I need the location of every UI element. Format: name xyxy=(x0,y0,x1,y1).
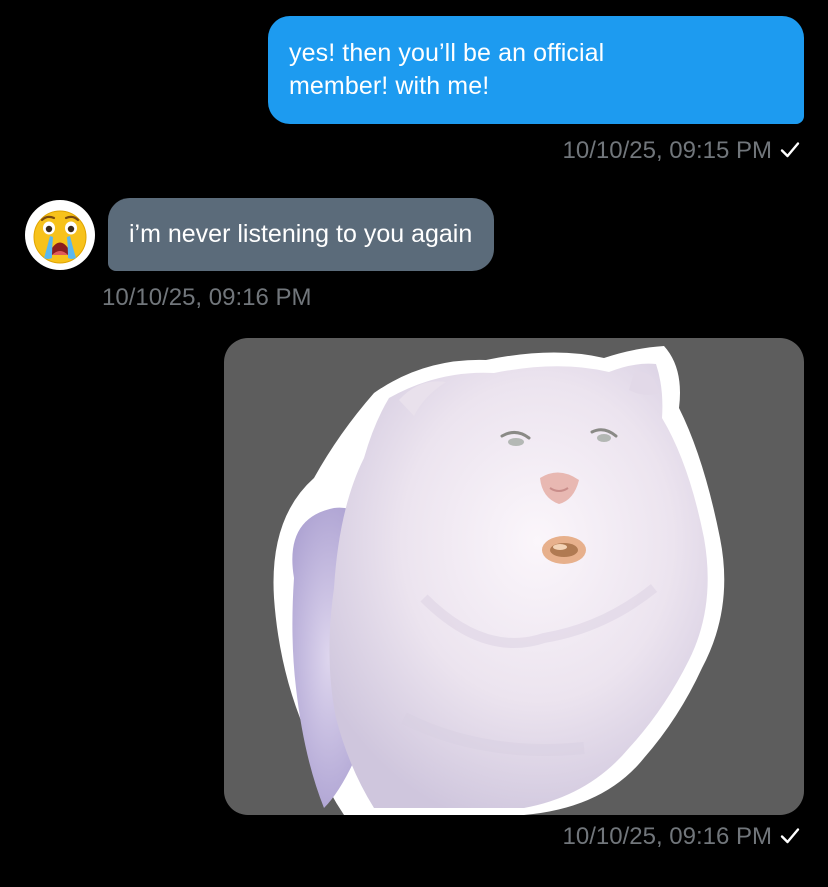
conversation-view: yes! then you’ll be an official member! … xyxy=(0,0,828,887)
message-meta: 10/10/25, 09:16 PM xyxy=(563,822,800,852)
crying-emoji-avatar[interactable] xyxy=(25,200,95,270)
outgoing-message-bubble[interactable]: yes! then you’ll be an official member! … xyxy=(268,16,804,124)
checkmark-icon xyxy=(780,828,800,844)
message-timestamp: 10/10/25, 09:15 PM xyxy=(562,137,772,164)
message-meta: 10/10/25, 09:15 PM xyxy=(563,136,800,166)
message-timestamp: 10/10/25, 09:16 PM xyxy=(102,284,312,311)
message-meta: 10/10/25, 09:16 PM xyxy=(102,283,311,313)
message-timestamp: 10/10/25, 09:16 PM xyxy=(562,823,772,850)
checkmark-icon xyxy=(780,142,800,158)
incoming-message-bubble[interactable]: i’m never listening to you again xyxy=(108,198,495,271)
white-cat-sticker xyxy=(273,346,725,815)
crying-face-icon xyxy=(33,210,87,264)
sticker-media[interactable] xyxy=(224,338,804,815)
